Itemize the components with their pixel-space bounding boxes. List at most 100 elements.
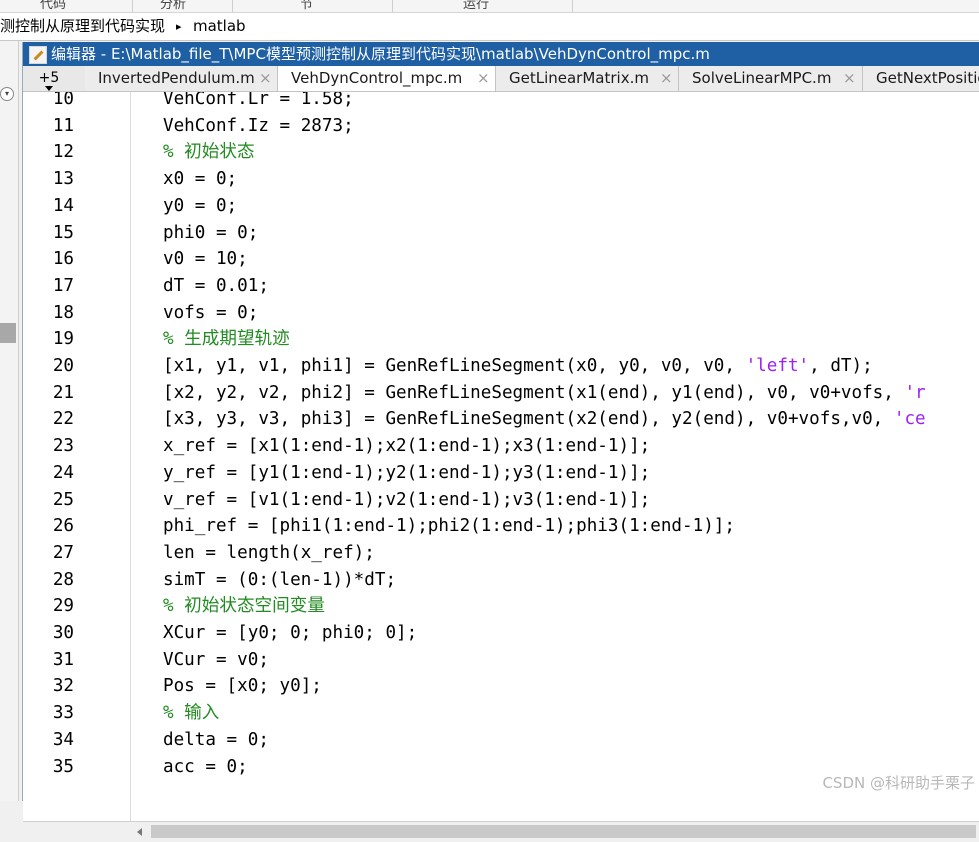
tab-solvelinearmpc[interactable]: SolveLinearMPC.m × (679, 66, 863, 91)
code-line[interactable]: 21 [x2, y2, v2, phi2] = GenRefLineSegment… (23, 380, 979, 407)
code-line[interactable]: 11 VehConf.Iz = 2873; (23, 113, 979, 140)
code-text[interactable]: v_ref = [v1(1:end-1);v2(1:end-1);v3(1:en… (163, 487, 650, 514)
code-text[interactable]: delta = 0; (163, 727, 269, 754)
code-line[interactable]: 23 x_ref = [x1(1:end-1);x2(1:end-1);x3(1:… (23, 433, 979, 460)
code-text[interactable]: % 输入 (163, 700, 219, 727)
code-text[interactable]: Pos = [x0; y0]; (163, 673, 322, 700)
code-text[interactable]: vofs = 0; (163, 300, 258, 327)
tab-inverted-pendulum[interactable]: InvertedPendulum.m × (85, 66, 278, 91)
close-icon[interactable]: × (259, 66, 272, 91)
code-text[interactable]: VehConf.Iz = 2873; (163, 113, 354, 140)
line-number: 15 (52, 222, 74, 243)
code-line[interactable]: 28 simT = (0:(len-1))*dT; (23, 567, 979, 594)
address-current-folder[interactable]: matlab (193, 13, 246, 40)
collapse-icon[interactable]: ▾ (0, 87, 14, 101)
code-line[interactable]: 10 VehConf.Lr = 1.58; (23, 92, 979, 113)
code-string-literal: 'r (904, 382, 926, 403)
code-line[interactable]: 31 VCur = v0; (23, 647, 979, 674)
line-number: 35 (52, 756, 74, 777)
code-text[interactable]: x0 = 0; (163, 166, 237, 193)
code-line[interactable]: 19 % 生成期望轨迹 (23, 326, 979, 353)
code-line[interactable]: 17 dT = 0.01; (23, 273, 979, 300)
left-panel-scroll-thumb[interactable] (0, 323, 16, 343)
code-line[interactable]: 18 vofs = 0; (23, 300, 979, 327)
code-editor[interactable]: 10 VehConf.Lr = 1.58; 11 VehConf.Iz = 2873;… (23, 92, 979, 821)
code-line[interactable]: 27 len = length(x_ref); (23, 540, 979, 567)
code-text[interactable]: VehConf.Lr = 1.58; (163, 92, 354, 113)
tab-label: SolveLinearMPC.m (692, 69, 832, 87)
close-icon[interactable]: × (660, 66, 673, 91)
code-line[interactable]: 24 y_ref = [y1(1:end-1);y2(1:end-1);y3(1:… (23, 460, 979, 487)
code-line[interactable]: 32 Pos = [x0; y0]; (23, 673, 979, 700)
code-text[interactable]: phi0 = 0; (163, 220, 258, 247)
code-text[interactable]: phi_ref = [phi1(1:end-1);phi2(1:end-1);p… (163, 513, 735, 540)
code-text[interactable]: [x3, y3, v3, phi3] = GenRefLineSegment(x… (163, 406, 926, 433)
code-comment: % 生成期望轨迹 (163, 329, 290, 350)
code-line[interactable]: 33 % 输入 (23, 700, 979, 727)
code-line[interactable]: 26 phi_ref = [phi1(1:end-1);phi2(1:end-1)… (23, 513, 979, 540)
line-number: 26 (52, 516, 74, 537)
line-number: 13 (52, 169, 74, 190)
line-number: 22 (52, 409, 74, 430)
code-line[interactable]: 16 v0 = 10; (23, 246, 979, 273)
code-text[interactable]: v0 = 10; (163, 246, 248, 273)
line-number: 27 (52, 542, 74, 563)
chevron-down-icon[interactable] (45, 86, 53, 91)
close-icon[interactable]: × (477, 66, 490, 91)
code-line[interactable]: 20 [x1, y1, v1, phi1] = GenRefLineSegment… (23, 353, 979, 380)
tab-getlinearmatrix[interactable]: GetLinearMatrix.m × (496, 66, 679, 91)
code-text[interactable]: VCur = v0; (163, 647, 269, 674)
watermark: CSDN @科研助手栗子 (822, 774, 975, 792)
code-text[interactable]: len = length(x_ref); (163, 540, 375, 567)
code-text[interactable]: x_ref = [x1(1:end-1);x2(1:end-1);x3(1:en… (163, 433, 650, 460)
line-number: 16 (52, 249, 74, 270)
editor-pencil-icon (29, 46, 47, 64)
line-number: 28 (52, 569, 74, 590)
address-bar[interactable]: 测控制从原理到代码实现 ▸ matlab (0, 13, 979, 41)
ribbon-code-label[interactable]: 代码 (40, 0, 66, 12)
code-text[interactable]: simT = (0:(len-1))*dT; (163, 567, 396, 594)
tab-vehdyncontrol-mpc[interactable]: VehDynControl_mpc.m × (278, 66, 496, 91)
editor-title-bar[interactable]: 编辑器 - E:\Matlab_file_T\MPC模型预测控制从原理到代码实现… (23, 42, 979, 66)
ribbon-section-label[interactable]: 节 (300, 0, 313, 12)
code-text[interactable]: acc = 0; (163, 754, 248, 781)
code-line[interactable]: 13 x0 = 0; (23, 166, 979, 193)
code-text[interactable]: y_ref = [y1(1:end-1);y2(1:end-1);y3(1:en… (163, 460, 650, 487)
code-line[interactable]: 12 % 初始状态 (23, 139, 979, 166)
horizontal-scrollbar[interactable] (23, 821, 979, 842)
ribbon-analyze-label[interactable]: 分析 (160, 0, 186, 12)
line-number: 34 (52, 729, 74, 750)
code-text[interactable]: [x1, y1, v1, phi1] = GenRefLineSegment(x… (163, 353, 873, 380)
line-number: 32 (52, 676, 74, 697)
code-line[interactable]: 29 % 初始状态空间变量 (23, 593, 979, 620)
line-number: 25 (52, 489, 74, 510)
code-text[interactable]: y0 = 0; (163, 193, 237, 220)
code-comment: % 输入 (163, 703, 220, 724)
more-tabs-label: +5 (38, 70, 60, 86)
address-path-segment[interactable]: 测控制从原理到代码实现 (0, 13, 165, 40)
code-text[interactable]: XCur = [y0; 0; phi0; 0]; (163, 620, 417, 647)
code-text[interactable]: dT = 0.01; (163, 273, 269, 300)
code-text[interactable]: % 初始状态 (163, 139, 255, 166)
line-number: 30 (52, 623, 74, 643)
code-line[interactable]: 34 delta = 0; (23, 727, 979, 754)
line-number: 24 (52, 462, 74, 483)
code-line[interactable]: 15 phi0 = 0; (23, 220, 979, 247)
code-text[interactable]: % 生成期望轨迹 (163, 326, 290, 353)
tab-getnextposition[interactable]: GetNextPosition (863, 66, 979, 91)
ribbon-run-label[interactable]: 运行 (463, 0, 489, 12)
code-text[interactable]: % 初始状态空间变量 (163, 593, 325, 620)
tab-label: InvertedPendulum.m (98, 69, 255, 87)
ribbon-divider (392, 0, 393, 12)
line-number: 21 (52, 382, 74, 403)
line-number: 12 (52, 142, 74, 163)
close-icon[interactable]: × (843, 66, 856, 91)
horizontal-scroll-thumb[interactable] (151, 825, 976, 838)
code-text[interactable]: [x2, y2, v2, phi2] = GenRefLineSegment(x… (163, 380, 926, 407)
line-number: 23 (52, 436, 74, 457)
code-line[interactable]: 22 [x3, y3, v3, phi3] = GenRefLineSegment… (23, 406, 979, 433)
code-line[interactable]: 25 v_ref = [v1(1:end-1);v2(1:end-1);v3(1:… (23, 487, 979, 514)
scroll-left-arrow-icon[interactable] (137, 828, 142, 836)
code-line[interactable]: 14 y0 = 0; (23, 193, 979, 220)
code-line[interactable]: 30 XCur = [y0; 0; phi0; 0]; (23, 620, 979, 647)
